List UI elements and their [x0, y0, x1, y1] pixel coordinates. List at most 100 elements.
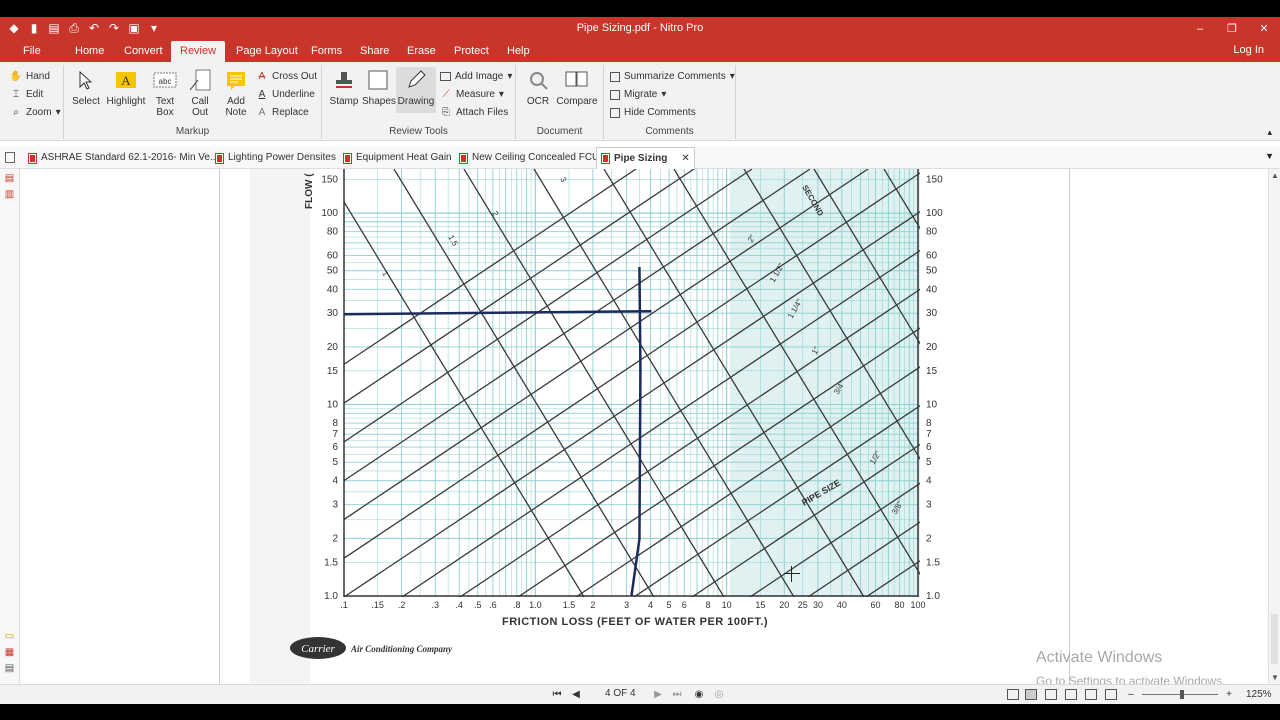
title-bar: ◆ ▮ ▤ ⎙ ↶ ↷ ▣ ▾ Pipe Sizing.pdf - Nitro … — [0, 17, 1280, 41]
measure-button[interactable]: ⟋ Measure ▾ — [440, 86, 504, 103]
output-icon[interactable]: ▤ — [4, 663, 15, 675]
add-image-button[interactable]: Add Image ▾ — [440, 68, 512, 85]
zoom-level[interactable]: 125% — [1246, 689, 1272, 700]
zoom-icon: ⌕ — [13, 107, 19, 118]
comments-group: Summarize Comments ▾ Migrate ▾ Hide Comm… — [604, 65, 736, 139]
markup-group-label: Markup — [175, 126, 210, 137]
bookmarks-icon[interactable]: ▤ — [4, 173, 15, 185]
zoom-slider-thumb[interactable] — [1180, 690, 1184, 699]
zoom-out-icon[interactable]: – — [1124, 688, 1138, 702]
hide-comments-icon — [610, 107, 620, 118]
doc-tab-pipe-sizing[interactable]: Pipe Sizing ✕ — [596, 147, 695, 169]
highlight-button[interactable]: A Highlight — [104, 67, 148, 107]
y-tick-label-right: 6 — [926, 442, 932, 453]
tab-home[interactable]: Home — [66, 41, 113, 62]
restore-button[interactable]: ❐ — [1216, 17, 1248, 41]
replace-button[interactable]: A Replace — [256, 104, 309, 121]
tab-help[interactable]: Help — [498, 41, 539, 62]
hand-button[interactable]: ✋ Hand — [10, 68, 50, 85]
vertical-scrollbar[interactable]: ▲ ▼ — [1268, 169, 1280, 684]
call-out-button[interactable]: Call Out — [184, 67, 216, 118]
facing-continuous-view-icon[interactable] — [1065, 689, 1077, 700]
last-page-icon[interactable]: ⏭ — [670, 688, 684, 702]
doc-tab-equipment[interactable]: Equipment Heat Gain — [343, 147, 452, 169]
pages-panel-icon[interactable] — [5, 152, 15, 163]
paperclip-icon: ⎘ — [442, 107, 450, 118]
shapes-icon — [365, 67, 391, 93]
zoom-in-icon[interactable]: + — [1222, 688, 1236, 702]
cross-out-icon: A — [258, 71, 266, 82]
close-tab-icon[interactable]: ✕ — [681, 148, 689, 170]
minimize-button[interactable]: – — [1184, 17, 1216, 41]
attach-files-button[interactable]: ⎘ Attach Files — [440, 104, 508, 121]
doc-tab-label: Lighting Power Densites — [228, 152, 336, 163]
tab-page-layout[interactable]: Page Layout — [227, 41, 307, 62]
log-in-link[interactable]: Log In — [1233, 41, 1264, 60]
ocr-button[interactable]: OCR — [522, 67, 554, 107]
fit-page-icon[interactable] — [1105, 689, 1117, 700]
tab-forms[interactable]: Forms — [302, 41, 351, 62]
collapse-ribbon-icon[interactable]: ▴ — [1267, 127, 1272, 138]
add-note-label: Add Note — [225, 96, 247, 118]
tab-share[interactable]: Share — [351, 41, 398, 62]
underline-button[interactable]: A Underline — [256, 86, 315, 103]
close-window-button[interactable]: ✕ — [1248, 17, 1280, 41]
shapes-button[interactable]: Shapes — [362, 67, 396, 107]
shapes-label: Shapes — [362, 96, 396, 107]
x-tick-label: 25 — [798, 600, 808, 610]
first-page-icon[interactable]: ⏮ — [550, 688, 564, 702]
y-tick-label: 8 — [332, 418, 338, 429]
markup-group: Select A Highlight abc Text Box Call Out… — [64, 65, 322, 139]
doc-tab-lighting[interactable]: Lighting Power Densites — [215, 147, 336, 169]
page-indicator[interactable]: 4 OF 4 — [605, 688, 636, 699]
facing-view-icon[interactable] — [1045, 689, 1057, 700]
scroll-down-icon[interactable]: ▼ — [1269, 673, 1280, 682]
signatures-icon[interactable]: ▦ — [4, 647, 15, 659]
edit-button[interactable]: ⌶ Edit — [10, 86, 43, 103]
x-tick-label: 8 — [706, 600, 711, 610]
doc-tab-ceiling-fcu[interactable]: New Ceiling Concealed FCU — [459, 147, 599, 169]
doc-tab-ashrae[interactable]: ASHRAE Standard 62.1-2016- Min Ve... — [28, 147, 218, 169]
compare-button[interactable]: Compare — [556, 67, 598, 107]
tab-erase[interactable]: Erase — [398, 41, 445, 62]
scroll-up-icon[interactable]: ▲ — [1269, 171, 1280, 180]
pencil-icon — [403, 67, 429, 93]
y-tick-label: 5 — [332, 457, 338, 468]
edit-label: Edit — [26, 89, 44, 100]
migrate-button[interactable]: Migrate ▾ — [610, 86, 666, 103]
comments-panel-icon[interactable]: ▭ — [4, 631, 15, 643]
drawing-button[interactable]: Drawing — [396, 67, 436, 113]
hand-icon: ✋ — [9, 71, 23, 82]
tab-file[interactable]: File — [14, 41, 50, 62]
fit-width-icon[interactable] — [1085, 689, 1097, 700]
hide-comments-button[interactable]: Hide Comments — [610, 104, 696, 121]
tab-protect[interactable]: Protect — [445, 41, 498, 62]
add-note-button[interactable]: Add Note — [220, 67, 252, 118]
scrollbar-thumb[interactable] — [1271, 614, 1278, 664]
attachments-icon[interactable]: ▥ — [4, 189, 15, 201]
stamp-button[interactable]: Stamp — [328, 67, 360, 107]
summarize-comments-button[interactable]: Summarize Comments ▾ — [610, 68, 735, 85]
measure-dropdown-icon: ▾ — [498, 89, 504, 100]
window-controls: – ❐ ✕ — [1184, 17, 1280, 41]
x-tick-label: 60 — [871, 600, 881, 610]
zoom-button[interactable]: ⌕ Zoom ▾ — [10, 104, 60, 121]
continuous-view-icon[interactable] — [1025, 689, 1037, 700]
document-view[interactable]: 150 100 80 60 50 40 30 20 15 10 8 7 6 5 4 3 2 1.5 1.0 150 1… — [20, 169, 1268, 684]
text-box-button[interactable]: abc Text Box — [150, 67, 180, 118]
tab-review[interactable]: Review — [171, 41, 226, 62]
back-view-icon[interactable]: ◉ — [692, 688, 706, 702]
tab-convert[interactable]: Convert — [115, 41, 172, 62]
add-image-dropdown-icon: ▾ — [507, 71, 513, 82]
tabs-dropdown-icon[interactable]: ▼ — [1265, 151, 1274, 161]
cross-out-button[interactable]: A Cross Out — [256, 68, 317, 85]
y-tick-label-right: 5 — [926, 457, 932, 468]
forward-view-icon[interactable]: ◎ — [712, 688, 726, 702]
next-page-icon[interactable]: ▶ — [651, 688, 665, 702]
pipe-size-line — [924, 169, 1069, 597]
select-button[interactable]: Select — [70, 67, 102, 107]
y-tick-label-right: 8 — [926, 418, 932, 429]
single-page-view-icon[interactable] — [1007, 689, 1019, 700]
previous-page-icon[interactable]: ◀ — [569, 688, 583, 702]
migrate-dropdown-icon: ▾ — [661, 89, 667, 100]
